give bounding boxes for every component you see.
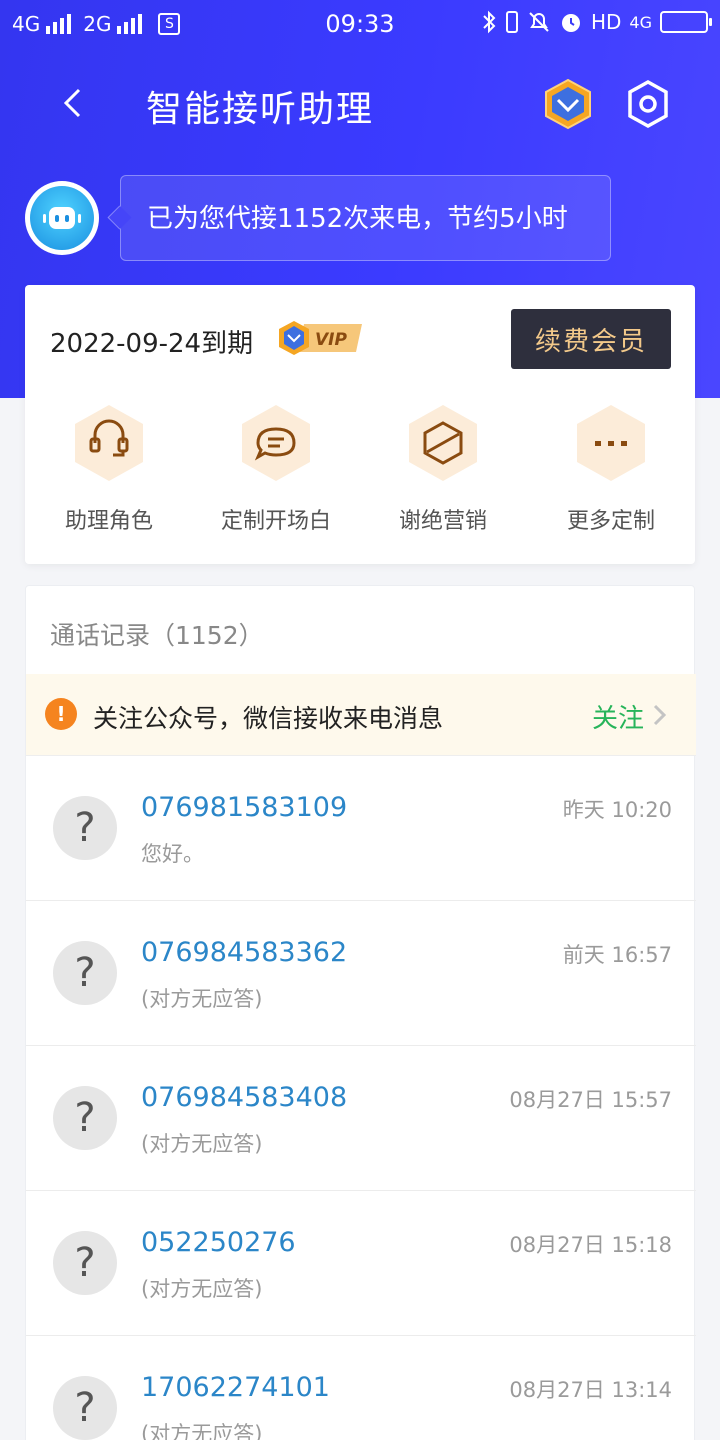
feature-label: 更多定制 (566, 509, 655, 534)
follow-link[interactable]: 关注 (592, 698, 644, 735)
caller-number: 17062274101 (141, 1372, 330, 1403)
call-row[interactable]: ? 17062274101 (对方无应答) 08月27日 13:14 (26, 1336, 696, 1440)
vibrate-icon (505, 11, 518, 33)
chat-bubble-icon (242, 405, 310, 481)
feature-custom-greeting[interactable]: 定制开场白 (192, 403, 360, 535)
unknown-caller-icon: ? (53, 1086, 117, 1150)
call-log-panel: 通话记录（1152） ! 关注公众号，微信接收来电消息 关注 ? 0769815… (25, 585, 696, 1440)
call-row[interactable]: ? 076984583362 (对方无应答) 前天 16:57 (26, 901, 696, 1046)
feature-reject-marketing[interactable]: 谢绝营销 (359, 403, 527, 535)
caller-number: 076984583362 (141, 937, 348, 968)
feature-label: 定制开场白 (220, 509, 331, 534)
call-time: 08月27日 15:57 (509, 1088, 672, 1112)
wechat-notice-banner[interactable]: ! 关注公众号，微信接收来电消息 关注 (26, 674, 696, 756)
call-time: 昨天 10:20 (562, 798, 672, 822)
call-time: 08月27日 13:14 (509, 1378, 672, 1402)
feature-grid: 助理角色 定制开场白 谢绝营销 更多定制 (25, 403, 695, 543)
unknown-caller-icon: ? (53, 1231, 117, 1295)
hd-label: HD (590, 10, 622, 34)
feature-more-custom[interactable]: 更多定制 (527, 403, 695, 535)
feature-label: 助理角色 (64, 509, 153, 534)
notice-text: 关注公众号，微信接收来电消息 (93, 704, 444, 733)
feature-label: 谢绝营销 (398, 509, 487, 534)
call-summary: (对方无应答) (141, 987, 263, 1011)
feature-assistant-role[interactable]: 助理角色 (25, 403, 193, 535)
caller-number: 052250276 (141, 1227, 296, 1258)
expire-date: 2022-09-24到期 (50, 329, 254, 359)
alarm-icon (561, 14, 580, 32)
vip-label: VIP (315, 330, 347, 350)
vip-badge: VIP (279, 321, 362, 355)
caller-number: 076981583109 (141, 792, 348, 823)
mute-bell-icon (529, 12, 549, 32)
membership-card: 2022-09-24到期 VIP 续费会员 助理角色 定制开场白 谢绝营销 更多… (25, 285, 695, 564)
call-row[interactable]: ? 052250276 (对方无应答) 08月27日 15:18 (26, 1191, 696, 1336)
block-icon (409, 405, 477, 481)
vip-crest-icon[interactable] (544, 78, 592, 130)
call-summary: (对方无应答) (141, 1132, 263, 1156)
back-arrow-icon[interactable] (52, 78, 92, 128)
assistant-message: 已为您代接1152次来电，节约5小时 (120, 175, 611, 261)
unknown-caller-icon: ? (53, 941, 117, 1005)
warning-icon: ! (45, 698, 77, 730)
battery-icon (660, 11, 712, 33)
call-time: 08月27日 15:18 (509, 1233, 672, 1257)
page-title: 智能接听助理 (146, 89, 375, 130)
assistant-avatar (25, 181, 99, 255)
bluetooth-icon (483, 10, 496, 34)
call-summary: (对方无应答) (141, 1277, 263, 1301)
network-label-3: 4G (629, 12, 652, 32)
call-time: 前天 16:57 (562, 943, 672, 967)
call-summary: (对方无应答) (141, 1422, 263, 1440)
status-right: HD 4G (481, 10, 712, 34)
unknown-caller-icon: ? (53, 796, 117, 860)
call-log-title: 通话记录（1152） (50, 621, 264, 650)
caller-number: 076984583408 (141, 1082, 348, 1113)
robot-icon (30, 186, 94, 250)
call-row[interactable]: ? 076984583408 (对方无应答) 08月27日 15:57 (26, 1046, 696, 1191)
chevron-right-icon[interactable] (650, 700, 670, 730)
status-bar: 4G 2G S 09:33 HD 4G (0, 0, 720, 50)
settings-gear-icon[interactable] (624, 78, 672, 130)
more-dots-icon (577, 405, 645, 481)
call-summary: 您好。 (141, 842, 204, 866)
renew-membership-button[interactable]: 续费会员 (511, 309, 671, 369)
call-row[interactable]: ? 076981583109 您好。 昨天 10:20 (26, 756, 696, 901)
headset-icon (75, 405, 143, 481)
unknown-caller-icon: ? (53, 1376, 117, 1440)
